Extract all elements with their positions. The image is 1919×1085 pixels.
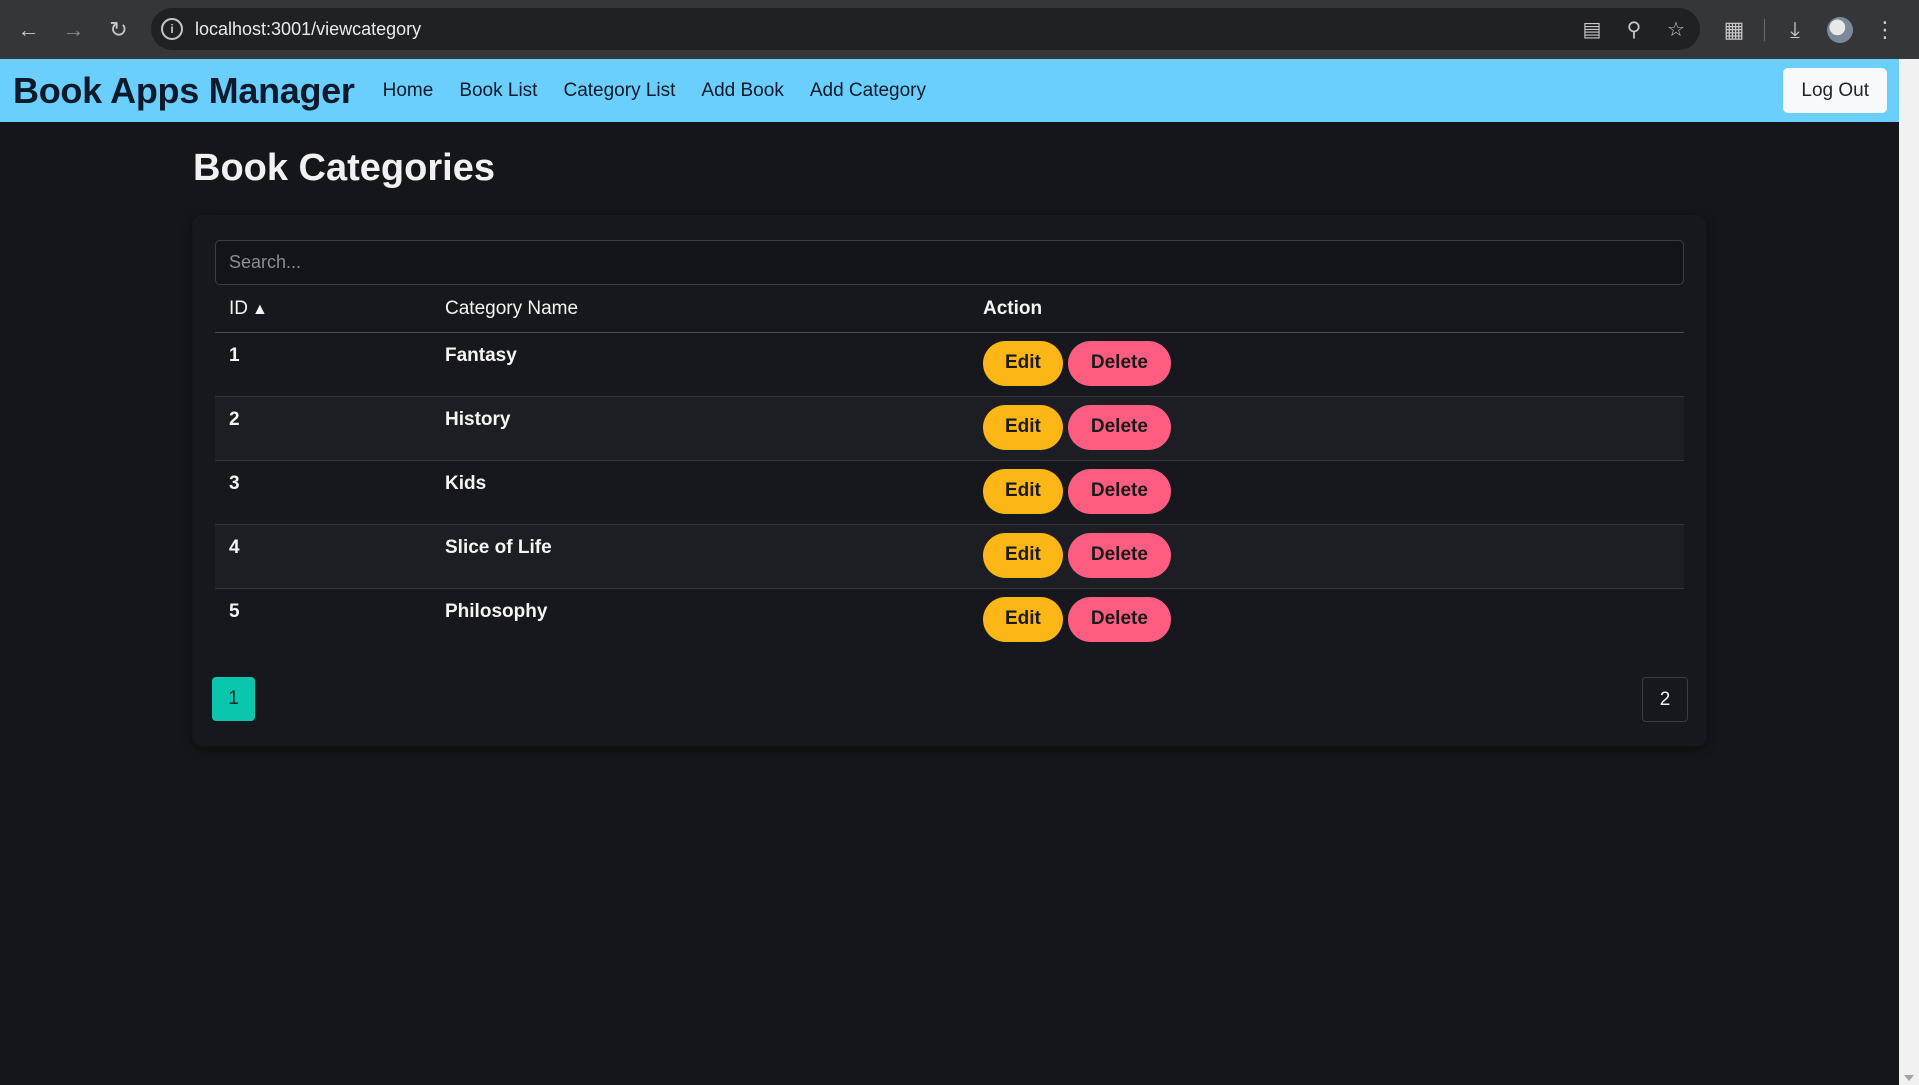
table-row: 3 Kids Edit Delete bbox=[215, 460, 1684, 525]
app-navbar: Book Apps Manager Home Book List Categor… bbox=[0, 59, 1899, 122]
column-header-category-name[interactable]: Category Name bbox=[431, 287, 969, 333]
search-input[interactable] bbox=[215, 240, 1684, 285]
category-table: ID ▲ Category Name Action 1 Fantasy Edit D… bbox=[215, 287, 1684, 652]
url-text[interactable]: localhost:3001/viewcategory bbox=[195, 19, 421, 40]
edit-button[interactable]: Edit bbox=[983, 596, 1063, 642]
toolbar-divider bbox=[1764, 18, 1765, 41]
back-icon[interactable]: ← bbox=[6, 7, 51, 52]
cell-actions: Edit Delete bbox=[969, 332, 1684, 397]
pagination-page-2[interactable]: 2 bbox=[1642, 677, 1688, 722]
edit-button[interactable]: Edit bbox=[983, 404, 1063, 450]
cell-category-name: Philosophy bbox=[445, 600, 548, 622]
logout-button[interactable]: Log Out bbox=[1783, 68, 1887, 113]
column-header-action: Action bbox=[969, 287, 1684, 333]
cell-id: 3 bbox=[215, 460, 431, 525]
edit-button[interactable]: Edit bbox=[983, 468, 1063, 514]
cell-id: 2 bbox=[215, 396, 431, 461]
download-icon[interactable]: ⤓ bbox=[1773, 17, 1817, 43]
cell-id: 5 bbox=[229, 600, 240, 622]
delete-button[interactable]: Delete bbox=[1067, 596, 1171, 642]
extensions-icon[interactable]: ▦ bbox=[1712, 17, 1756, 43]
cell-id: 4 bbox=[215, 524, 431, 589]
zoom-icon[interactable]: ⚲ bbox=[1622, 17, 1646, 42]
scroll-down-arrow-icon[interactable] bbox=[1904, 1075, 1914, 1081]
cell-category-name: History bbox=[431, 396, 969, 461]
cell-actions: Edit Delete bbox=[969, 588, 1684, 652]
table-row: 2 History Edit Delete bbox=[215, 396, 1684, 461]
forward-icon[interactable]: → bbox=[51, 7, 96, 52]
column-header-id[interactable]: ID ▲ bbox=[215, 287, 431, 333]
cell-actions: Edit Delete bbox=[969, 396, 1684, 461]
nav-link-category-list[interactable]: Category List bbox=[550, 80, 688, 102]
browser-toolbar: ← → ↻ i localhost:3001/viewcategory ▤ ⚲ … bbox=[0, 0, 1919, 59]
table-row: 1 Fantasy Edit Delete bbox=[215, 332, 1684, 397]
menu-kebab-icon[interactable]: ⋮ bbox=[1863, 17, 1907, 43]
table-header-row: ID ▲ Category Name Action bbox=[215, 287, 1684, 333]
column-header-id-label: ID bbox=[229, 298, 248, 320]
nav-link-add-category[interactable]: Add Category bbox=[797, 80, 939, 102]
address-bar[interactable]: i localhost:3001/viewcategory ▤ ⚲ ☆ bbox=[151, 8, 1700, 50]
edit-button[interactable]: Edit bbox=[983, 340, 1063, 386]
nav-link-book-list[interactable]: Book List bbox=[446, 80, 550, 102]
category-table-card: ID▲ Category Name Action 1 Fantasy EditD… bbox=[193, 216, 1706, 746]
cell-actions: Edit Delete bbox=[969, 460, 1684, 525]
install-app-icon[interactable]: ▤ bbox=[1580, 17, 1604, 42]
pagination-page-1[interactable]: 1 bbox=[212, 677, 255, 721]
delete-button[interactable]: Delete bbox=[1067, 468, 1171, 514]
nav-links: Home Book List Category List Add Book Ad… bbox=[370, 80, 939, 102]
table-row: 4 Slice of Life Edit Delete bbox=[215, 524, 1684, 589]
edit-button[interactable]: Edit bbox=[983, 532, 1063, 578]
brand-title[interactable]: Book Apps Manager bbox=[13, 70, 355, 112]
nav-link-add-book[interactable]: Add Book bbox=[688, 80, 796, 102]
cell-category-name: Fantasy bbox=[431, 332, 969, 397]
cell-category-name: Slice of Life bbox=[431, 524, 969, 589]
sort-ascending-icon: ▲ bbox=[252, 301, 268, 319]
page-scrollbar[interactable] bbox=[1899, 59, 1919, 1085]
delete-button[interactable]: Delete bbox=[1067, 340, 1171, 386]
delete-button[interactable]: Delete bbox=[1067, 532, 1171, 578]
table-row: 5 Philosophy Edit Delete bbox=[215, 588, 1684, 652]
delete-button[interactable]: Delete bbox=[1067, 404, 1171, 450]
cell-category-name: Kids bbox=[431, 460, 969, 525]
site-info-icon[interactable]: i bbox=[161, 18, 183, 40]
nav-link-home[interactable]: Home bbox=[370, 80, 447, 102]
bookmark-star-icon[interactable]: ☆ bbox=[1664, 17, 1688, 42]
cell-id: 1 bbox=[215, 332, 431, 397]
profile-avatar-icon[interactable] bbox=[1827, 16, 1853, 43]
reload-icon[interactable]: ↻ bbox=[96, 7, 141, 52]
page-title: Book Categories bbox=[193, 147, 495, 189]
cell-actions: Edit Delete bbox=[969, 524, 1684, 589]
